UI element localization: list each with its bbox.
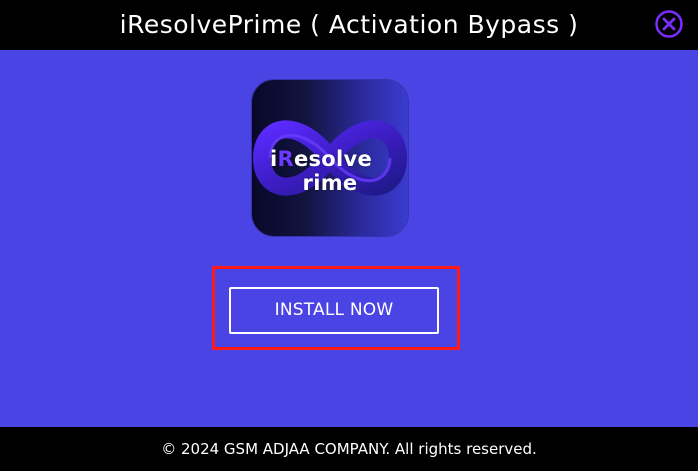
logo-text-end: rime [302,171,358,195]
logo-wordmark: iResolverime [252,147,408,195]
close-button[interactable] [654,9,684,39]
app-logo: iResolverime [252,80,408,236]
title-bar: iResolvePrime ( Activation Bypass ) [0,0,698,50]
window-title: iResolvePrime ( Activation Bypass ) [119,10,579,39]
install-now-button[interactable]: INSTALL NOW [229,287,439,334]
logo-text-accent: R [277,147,294,171]
footer-copyright: © 2024 GSM ADJAA COMPANY. All rights res… [0,427,698,471]
main-panel: iResolverime INSTALL NOW [0,50,698,427]
close-icon [655,10,683,38]
logo-text-mid: esolve [293,147,373,171]
